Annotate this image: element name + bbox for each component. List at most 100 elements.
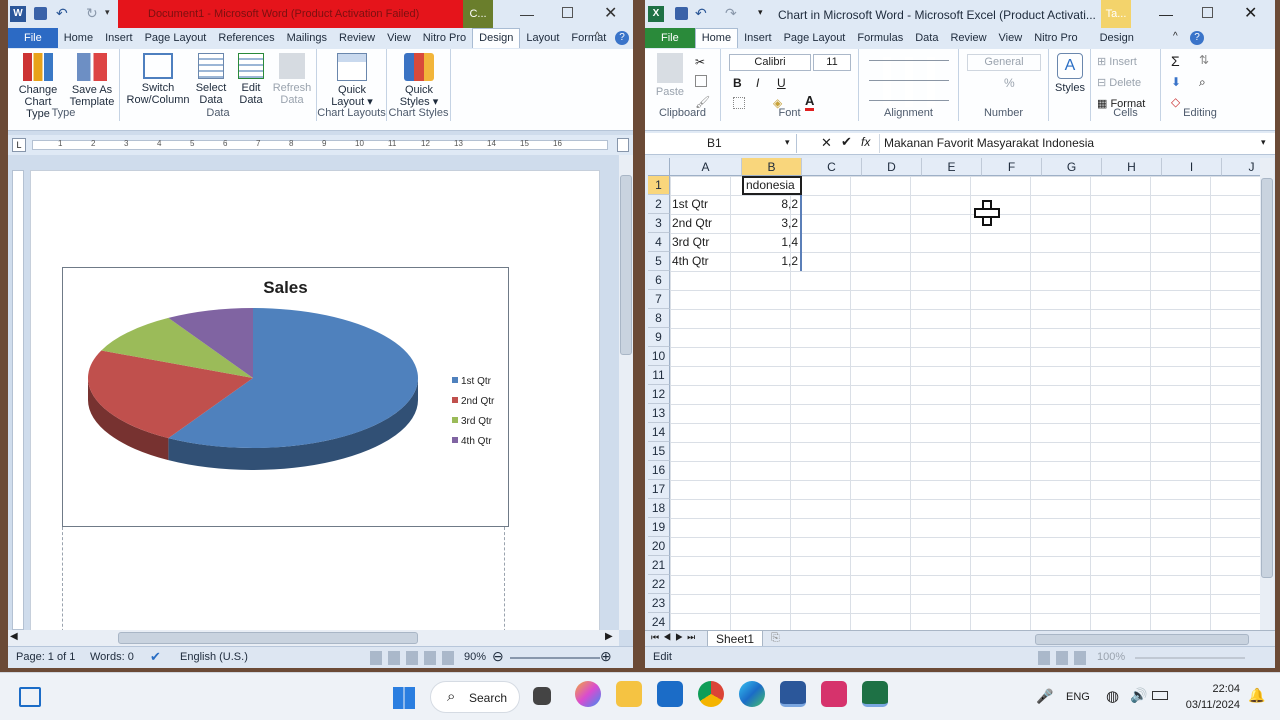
- h-scroll-left-icon[interactable]: ◀: [10, 631, 18, 642]
- outlook-icon[interactable]: [657, 681, 683, 707]
- confirm-entry-icon[interactable]: ✔: [841, 134, 852, 150]
- tab-design[interactable]: Design: [472, 28, 521, 48]
- cell-b5[interactable]: 1,2: [742, 252, 802, 271]
- excel-zoom-slider[interactable]: [1135, 657, 1245, 659]
- autosum-icon[interactable]: Σ: [1171, 53, 1180, 69]
- redo-icon[interactable]: ↻: [86, 5, 98, 22]
- row-header-19[interactable]: 19: [648, 518, 670, 537]
- excel-ribbon-collapse-icon[interactable]: ^: [1173, 31, 1178, 42]
- close-button[interactable]: ✕: [604, 3, 617, 23]
- row-header-14[interactable]: 14: [648, 423, 670, 442]
- column-header-h[interactable]: H: [1102, 158, 1162, 176]
- file-explorer-icon[interactable]: [616, 681, 642, 707]
- insert-cells-button[interactable]: ⊞ Insert: [1097, 55, 1137, 68]
- row-header-7[interactable]: 7: [648, 290, 670, 309]
- start-button[interactable]: [393, 687, 415, 709]
- word-taskbar-icon[interactable]: [780, 681, 806, 707]
- word-count[interactable]: Words: 0: [90, 651, 134, 663]
- battery-icon[interactable]: [1152, 691, 1168, 700]
- row-header-12[interactable]: 12: [648, 385, 670, 404]
- clock-date[interactable]: 03/11/2024: [1176, 699, 1240, 711]
- excel-vertical-scrollbar[interactable]: [1260, 158, 1274, 630]
- row-header-24[interactable]: 24: [648, 613, 670, 630]
- copy-icon[interactable]: [695, 75, 707, 87]
- h-scroll-right-icon[interactable]: ▶: [605, 631, 613, 642]
- h-scroll-thumb[interactable]: [118, 632, 418, 644]
- cancel-entry-icon[interactable]: ✕: [821, 135, 832, 151]
- column-header-c[interactable]: C: [802, 158, 862, 176]
- row-header-8[interactable]: 8: [648, 309, 670, 328]
- sheet-nav-icons[interactable]: ⏮◀▶⏭: [651, 632, 699, 643]
- cell-a3[interactable]: 2nd Qtr: [670, 214, 742, 233]
- percent-icon[interactable]: %: [1004, 76, 1015, 90]
- cell-a2[interactable]: 1st Qtr: [670, 195, 742, 214]
- row-header-23[interactable]: 23: [648, 594, 670, 613]
- tab-review[interactable]: Review: [333, 28, 381, 48]
- scroll-thumb[interactable]: [620, 175, 632, 355]
- row-header-3[interactable]: 3: [648, 214, 670, 233]
- tab-selector[interactable]: L: [12, 138, 26, 152]
- delete-cells-button[interactable]: ⊟ Delete: [1097, 76, 1141, 89]
- excel-save-icon[interactable]: [675, 7, 688, 20]
- tab-file[interactable]: File: [8, 28, 58, 48]
- column-header-j[interactable]: J: [1222, 158, 1260, 176]
- excel-tab-data[interactable]: Data: [909, 28, 944, 48]
- ribbon-collapse-icon[interactable]: ^: [595, 31, 600, 42]
- switch-row-column-button[interactable]: Switch Row/Column: [124, 53, 192, 106]
- excel-tab-insert[interactable]: Insert: [738, 28, 778, 48]
- minimize-button[interactable]: —: [520, 6, 534, 22]
- zoom-level[interactable]: 90%: [464, 651, 486, 663]
- tab-home[interactable]: Home: [58, 28, 99, 48]
- excel-tab-view[interactable]: View: [993, 28, 1029, 48]
- tab-insert[interactable]: Insert: [99, 28, 139, 48]
- maximize-button[interactable]: [562, 7, 573, 18]
- tab-nitro[interactable]: Nitro Pro: [417, 28, 472, 48]
- qat-customize-icon[interactable]: ▾: [105, 7, 110, 18]
- excel-taskbar-icon[interactable]: [862, 681, 888, 707]
- task-view-icon[interactable]: [19, 687, 41, 707]
- row-header-2[interactable]: 2: [648, 195, 670, 214]
- cell-a5[interactable]: 4th Qtr: [670, 252, 742, 271]
- excel-scroll-thumb[interactable]: [1261, 178, 1273, 578]
- number-format-select[interactable]: General: [967, 54, 1041, 71]
- excel-help-icon[interactable]: ?: [1190, 31, 1204, 45]
- cell-a4[interactable]: 3rd Qtr: [670, 233, 742, 252]
- tab-references[interactable]: References: [212, 28, 280, 48]
- save-icon[interactable]: [34, 7, 47, 20]
- font-size-select[interactable]: 11: [813, 54, 851, 71]
- help-icon[interactable]: ?: [615, 31, 629, 45]
- align-icons[interactable]: [869, 57, 949, 107]
- tab-page-layout[interactable]: Page Layout: [139, 28, 213, 48]
- select-data-button[interactable]: Select Data: [194, 53, 228, 106]
- view-buttons[interactable]: [370, 651, 460, 665]
- excel-tab-review[interactable]: Review: [944, 28, 992, 48]
- row-header-22[interactable]: 22: [648, 575, 670, 594]
- quick-styles-button[interactable]: Quick Styles ▾: [391, 53, 447, 108]
- row-header-6[interactable]: 6: [648, 271, 670, 290]
- find-select-icon[interactable]: ⌕: [1199, 75, 1206, 90]
- row-header-11[interactable]: 11: [648, 366, 670, 385]
- edit-data-button[interactable]: Edit Data: [232, 53, 270, 106]
- edge-icon[interactable]: [739, 681, 765, 707]
- formula-input[interactable]: Makanan Favorit Masyarakat Indonesia: [879, 134, 1259, 153]
- row-header-18[interactable]: 18: [648, 499, 670, 518]
- column-header-i[interactable]: I: [1162, 158, 1222, 176]
- paste-button[interactable]: Paste: [651, 53, 689, 98]
- row-header-20[interactable]: 20: [648, 537, 670, 556]
- quick-layout-button[interactable]: Quick Layout ▾: [323, 53, 381, 108]
- page-count[interactable]: Page: 1 of 1: [16, 651, 75, 663]
- input-language[interactable]: ENG: [1066, 691, 1090, 703]
- sort-filter-icon[interactable]: ⇅: [1199, 53, 1209, 67]
- excel-tab-nitro[interactable]: Nitro Pro: [1028, 28, 1083, 48]
- column-header-a[interactable]: A: [670, 158, 742, 176]
- styles-button[interactable]: A Styles: [1053, 53, 1087, 94]
- excel-tab-home[interactable]: Home: [694, 28, 739, 48]
- underline-button[interactable]: U: [777, 76, 786, 90]
- row-header-5[interactable]: 5: [648, 252, 670, 271]
- network-icon[interactable]: ◍: [1106, 687, 1119, 705]
- cut-icon[interactable]: ✂: [695, 55, 705, 69]
- column-header-d[interactable]: D: [862, 158, 922, 176]
- clock-time[interactable]: 22:04: [1200, 683, 1240, 695]
- excel-view-buttons[interactable]: [1038, 651, 1092, 665]
- cell-b1[interactable]: ndonesia: [742, 176, 802, 195]
